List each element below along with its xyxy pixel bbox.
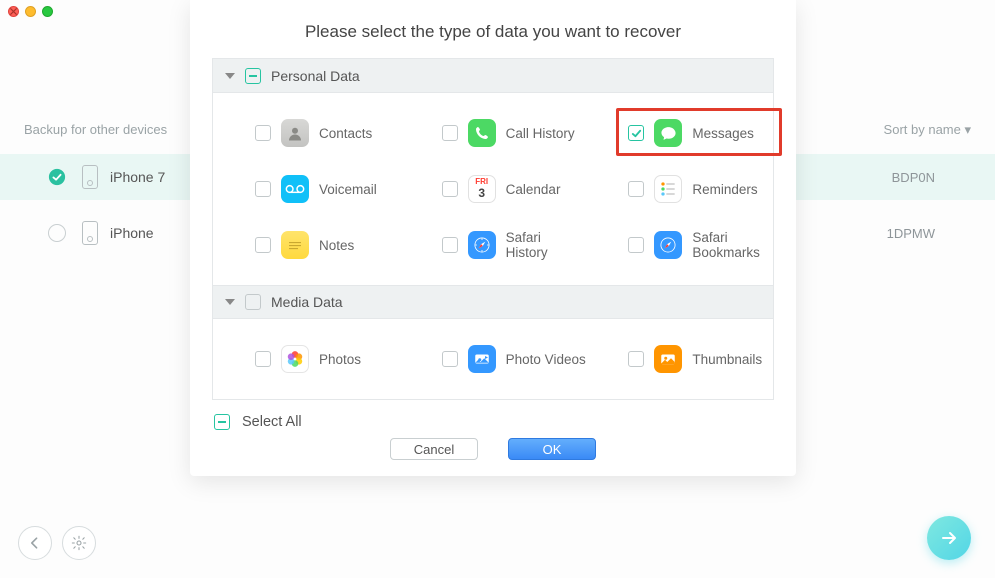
minimize-icon[interactable] bbox=[25, 6, 36, 17]
section-title: Media Data bbox=[271, 294, 343, 310]
item-label: Call History bbox=[506, 126, 575, 141]
next-button[interactable] bbox=[927, 516, 971, 560]
modal-buttons: Cancel OK bbox=[190, 438, 796, 460]
modal-title: Please select the type of data you want … bbox=[190, 0, 796, 58]
item-label: Thumbnails bbox=[692, 352, 762, 367]
bottom-controls bbox=[18, 526, 96, 560]
checkbox[interactable] bbox=[442, 181, 458, 197]
disclosure-icon bbox=[225, 73, 235, 79]
item-safari-bookmarks[interactable]: Safari Bookmarks bbox=[586, 223, 773, 267]
item-voicemail[interactable]: Voicemail bbox=[213, 167, 400, 211]
reminders-icon bbox=[654, 175, 682, 203]
checkbox[interactable] bbox=[255, 237, 271, 253]
checkbox[interactable] bbox=[442, 125, 458, 141]
item-label: Reminders bbox=[692, 182, 757, 197]
item-label: Photos bbox=[319, 352, 361, 367]
section-header-media[interactable]: Media Data bbox=[213, 285, 773, 319]
item-label: Safari Bookmarks bbox=[692, 230, 773, 260]
item-label: Notes bbox=[319, 238, 354, 253]
item-safari-history[interactable]: Safari History bbox=[400, 223, 587, 267]
item-thumbnails[interactable]: Thumbnails bbox=[586, 337, 773, 381]
settings-button[interactable] bbox=[62, 526, 96, 560]
device-serial: 1DPMW bbox=[887, 226, 935, 241]
select-all-checkbox[interactable] bbox=[214, 414, 230, 430]
safari-bookmarks-icon bbox=[654, 231, 682, 259]
checkbox[interactable] bbox=[628, 181, 644, 197]
section-checkbox-media[interactable] bbox=[245, 294, 261, 310]
photo-videos-icon bbox=[468, 345, 496, 373]
calendar-icon: FRI 3 bbox=[468, 175, 496, 203]
contacts-icon bbox=[281, 119, 309, 147]
item-label: Safari History bbox=[506, 230, 587, 260]
item-label: Messages bbox=[692, 126, 754, 141]
recover-type-modal: Please select the type of data you want … bbox=[190, 0, 796, 476]
checkbox[interactable] bbox=[442, 351, 458, 367]
device-name: iPhone bbox=[110, 225, 154, 241]
back-button[interactable] bbox=[18, 526, 52, 560]
maximize-icon[interactable] bbox=[42, 6, 53, 17]
voicemail-icon bbox=[281, 175, 309, 203]
radio-unselected-icon bbox=[48, 224, 66, 242]
notes-icon bbox=[281, 231, 309, 259]
disclosure-icon bbox=[225, 299, 235, 305]
safari-history-icon bbox=[468, 231, 496, 259]
window-controls bbox=[8, 6, 53, 17]
select-all-row[interactable]: Select All bbox=[214, 414, 772, 430]
close-icon[interactable] bbox=[8, 6, 19, 17]
thumbnails-icon bbox=[654, 345, 682, 373]
item-contacts[interactable]: Contacts bbox=[213, 111, 400, 155]
messages-icon bbox=[654, 119, 682, 147]
call-icon bbox=[468, 119, 496, 147]
radio-selected-icon bbox=[48, 168, 66, 186]
item-call-history[interactable]: Call History bbox=[400, 111, 587, 155]
backup-label: Backup for other devices bbox=[24, 122, 167, 138]
item-label: Calendar bbox=[506, 182, 561, 197]
checkbox[interactable] bbox=[628, 125, 644, 141]
phone-icon bbox=[82, 165, 98, 189]
item-notes[interactable]: Notes bbox=[213, 223, 400, 267]
checkbox[interactable] bbox=[255, 351, 271, 367]
sort-dropdown[interactable]: Sort by name ▾ bbox=[884, 122, 971, 138]
checkbox[interactable] bbox=[442, 237, 458, 253]
item-reminders[interactable]: Reminders bbox=[586, 167, 773, 211]
section-header-personal[interactable]: Personal Data bbox=[213, 59, 773, 93]
cancel-button[interactable]: Cancel bbox=[390, 438, 478, 460]
checkbox[interactable] bbox=[628, 237, 644, 253]
section-title: Personal Data bbox=[271, 68, 360, 84]
item-label: Photo Videos bbox=[506, 352, 586, 367]
checkbox[interactable] bbox=[255, 181, 271, 197]
item-photo-videos[interactable]: Photo Videos bbox=[400, 337, 587, 381]
section-body-personal: Contacts Call History Messag bbox=[213, 93, 773, 285]
item-photos[interactable]: Photos bbox=[213, 337, 400, 381]
data-type-list: Personal Data Contacts Call History bbox=[212, 58, 774, 400]
ok-button[interactable]: OK bbox=[508, 438, 596, 460]
photos-icon bbox=[281, 345, 309, 373]
device-name: iPhone 7 bbox=[110, 169, 165, 185]
checkbox[interactable] bbox=[628, 351, 644, 367]
device-serial: BDP0N bbox=[892, 170, 935, 185]
checkbox[interactable] bbox=[255, 125, 271, 141]
item-label: Contacts bbox=[319, 126, 372, 141]
section-body-media: Photos Photo Videos Thumbnails bbox=[213, 319, 773, 399]
item-messages[interactable]: Messages bbox=[586, 111, 773, 155]
phone-icon bbox=[82, 221, 98, 245]
select-all-label: Select All bbox=[242, 414, 302, 430]
item-calendar[interactable]: FRI 3 Calendar bbox=[400, 167, 587, 211]
item-label: Voicemail bbox=[319, 182, 377, 197]
section-checkbox-personal[interactable] bbox=[245, 68, 261, 84]
